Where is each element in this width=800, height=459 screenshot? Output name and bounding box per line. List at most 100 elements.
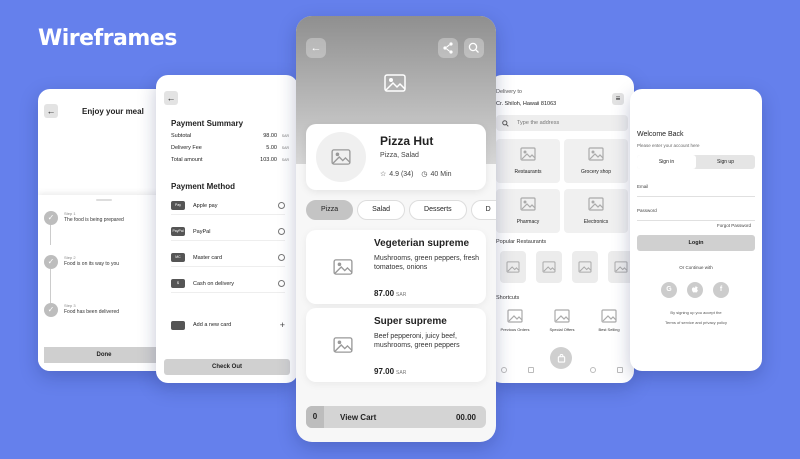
done-button[interactable]: Done [44,347,164,363]
menu-icon[interactable]: ≡ [612,93,624,105]
payment-option-paypal[interactable]: PayPal PayPal [171,223,285,241]
menu-category-tabs: Pizza Salad Desserts D [306,198,496,220]
share-icon[interactable] [438,38,458,58]
image-placeholder-icon [507,309,523,323]
forgot-password-link[interactable]: Forgot Password [717,223,751,228]
tab-sign-in[interactable]: Sign in [637,155,696,169]
radio-button[interactable] [278,228,285,235]
item-description: Mushrooms, green peppers, fresh tomatoes… [374,255,480,271]
search-icon[interactable] [464,38,484,58]
shortcut-special-offers[interactable]: Special Offers [543,309,581,332]
summary-row: Delivery Fee 5.00 SAR [171,145,289,151]
summary-currency: SAR [281,158,289,162]
radio-button[interactable] [278,202,285,209]
address-search[interactable] [496,115,628,131]
view-cart-label: View Cart [340,412,377,422]
login-button[interactable]: Login [637,235,755,251]
star-icon: ☆ [380,171,387,178]
radio-button[interactable] [278,254,285,261]
summary-row: Total amount 103.00 SAR [171,157,289,163]
step-label: Step 3 [64,303,76,308]
back-button[interactable]: ← [164,91,178,105]
image-placeholder-icon [333,259,353,275]
tab-pizza[interactable]: Pizza [306,200,354,220]
payment-method-title: Payment Method [171,182,236,191]
summary-row: Subtotal 98.00 SAR [171,133,289,139]
category-label: Electronics [583,219,609,225]
welcome-subtitle: Please enter your account here [637,143,700,148]
payment-option-apple-pay[interactable]: Pay Apple pay [171,197,285,215]
category-electronics[interactable]: Electronics [564,189,628,233]
radio-button[interactable] [278,280,285,287]
check-icon: ✓ [44,255,58,269]
email-field[interactable]: Email [637,181,755,197]
tab-salad[interactable]: Salad [357,200,406,220]
payment-option-label: Master card [193,254,223,261]
category-grocery[interactable]: Grocery shop [564,139,628,183]
payment-option-master-card[interactable]: MC Master card [171,249,285,267]
image-placeholder-icon [588,197,604,211]
home-screen: Delivery to Cr. Shiloh, Hawaii 81063 ≡ R… [490,75,634,383]
checkout-button[interactable]: Check Out [164,359,290,375]
tab-more[interactable]: D [470,200,496,220]
restaurant-thumb[interactable] [572,251,598,283]
clock-icon: ◷ [421,171,428,178]
summary-label: Subtotal [171,133,192,139]
image-placeholder-icon [331,149,351,165]
orders-icon[interactable] [528,367,535,373]
summary-value: 103.00 [260,157,277,163]
password-field[interactable]: Password [637,205,755,221]
profile-icon[interactable] [617,367,624,373]
category-label: Restaurants [514,169,542,175]
sheet-handle[interactable] [96,199,112,201]
item-name: Vegeterian supreme [374,238,470,249]
auth-tabs: Sign in Sign up [637,155,755,169]
apple-icon[interactable] [687,282,703,298]
restaurant-info-card: Pizza Hut Pizza, Salad ☆ 4.9 (34) ◷ 40 M… [306,124,486,190]
facebook-icon[interactable]: f [713,282,729,298]
add-card-button[interactable]: Add a new card + [171,316,285,334]
price-value: 87.00 [374,289,395,298]
back-button[interactable]: ← [44,104,58,118]
image-placeholder-icon [520,197,536,211]
tab-sign-up[interactable]: Sign up [696,155,755,169]
home-icon[interactable] [500,367,507,373]
tracking-header: ← Enjoy your meal [38,89,170,133]
category-pharmacy[interactable]: Pharmacy [496,189,560,233]
payment-option-cash[interactable]: $ Cash on delivery [171,275,285,293]
shortcut-label: Best Selling [598,327,620,332]
terms-link[interactable]: Terms of service and privacy policy [630,320,762,325]
back-arrow-icon[interactable]: ← [306,38,326,58]
price-currency: SAR [396,292,407,298]
image-placeholder-icon [542,261,556,273]
cart-icon[interactable] [550,347,572,369]
category-restaurants[interactable]: Restaurants [496,139,560,183]
image-placeholder-icon [506,261,520,273]
shortcut-previous-orders[interactable]: Previous Orders [496,309,534,332]
tab-desserts[interactable]: Desserts [409,200,467,220]
google-icon[interactable]: G [661,282,677,298]
step-text: The food is being prepared [64,217,124,223]
restaurant-logo [316,132,366,182]
apple-pay-icon: Pay [171,201,185,210]
summary-value: 5.00 [266,145,277,151]
restaurant-thumb[interactable] [536,251,562,283]
image-placeholder-icon [588,147,604,161]
cart-quantity: 0 [306,406,324,428]
delivery-address[interactable]: Cr. Shiloh, Hawaii 81063 [496,101,556,107]
price-value: 97.00 [374,367,395,376]
item-price: 97.00 SAR [374,367,406,376]
paypal-icon: PayPal [171,227,185,236]
search-icon[interactable] [589,367,596,373]
cart-total: 00.00 [455,412,476,422]
view-cart-button[interactable]: 0 View Cart 00.00 [306,406,486,428]
check-icon: ✓ [44,211,58,225]
menu-item-card[interactable]: Super supreme Beef pepperoni, juicy beef… [306,308,486,382]
cash-icon: $ [171,279,185,288]
menu-item-card[interactable]: Vegeterian supreme Mushrooms, green pepp… [306,230,486,304]
step-item: ✓ Step 3 Food has been delivered [44,303,119,317]
item-name: Super supreme [374,316,447,327]
restaurant-thumb[interactable] [500,251,526,283]
shortcut-best-selling[interactable]: Best Selling [590,309,628,332]
address-input[interactable] [517,120,617,126]
